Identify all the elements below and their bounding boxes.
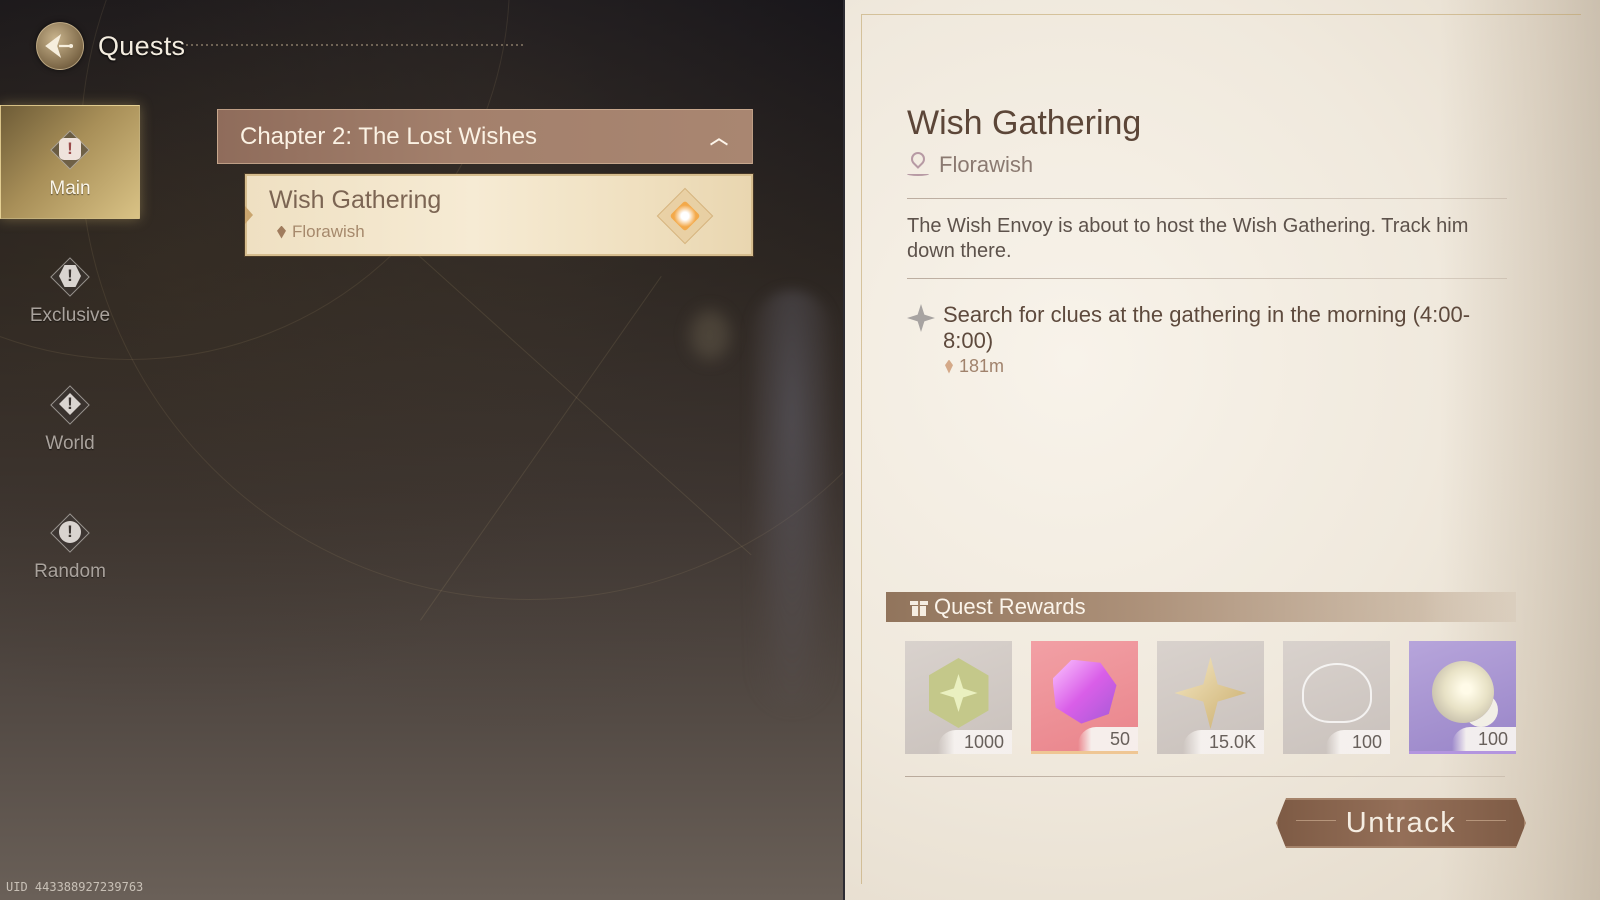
divider [907, 278, 1507, 279]
reward-quantity: 1000 [937, 730, 1012, 754]
quest-title: Wish Gathering [269, 186, 442, 214]
reward-item[interactable]: 1000 [905, 641, 1012, 754]
reward-item[interactable]: 100 [1283, 641, 1390, 754]
distance-pin-icon [945, 359, 953, 374]
quest-detail-title: Wish Gathering [907, 104, 1142, 142]
quests-emblem-icon[interactable] [36, 22, 84, 70]
pearl-orb-icon [1431, 660, 1494, 723]
quest-detail-location-label: Florawish [939, 152, 1034, 177]
page-title: Quests [98, 30, 186, 61]
scene-character [752, 290, 832, 710]
sidebar-item-label: Exclusive [29, 305, 111, 326]
selected-indicator [245, 206, 253, 224]
objective-star-icon [907, 304, 935, 332]
exclusive-quest-icon: ! [50, 257, 90, 297]
objective-distance: 181m [945, 356, 1507, 377]
objective-text: Search for clues at the gathering in the… [943, 302, 1471, 353]
chevron-up-icon[interactable]: ︿ [710, 124, 728, 150]
main-quest-icon: ! [50, 130, 90, 170]
reward-quantity: 100 [1451, 727, 1516, 751]
quest-detail-location: Florawish [907, 149, 1034, 178]
badge-item-icon [928, 657, 989, 728]
reward-quantity: 15.0K [1182, 730, 1264, 754]
world-quest-icon: ! [50, 385, 90, 425]
untrack-button[interactable]: Untrack [1276, 798, 1526, 848]
divider [905, 776, 1505, 777]
chapter-title: Chapter 2: The Lost Wishes [240, 122, 538, 150]
sidebar-item-random[interactable]: ! Random [0, 487, 140, 601]
sidebar-item-main[interactable]: ! Main [0, 105, 140, 219]
decor-ring [80, 0, 846, 600]
silver-bow-thread-icon [1301, 662, 1372, 723]
gold-flower-icon [1174, 656, 1247, 729]
map-pin-icon [907, 149, 929, 178]
untrack-button-label: Untrack [1345, 806, 1457, 839]
page-header: Quests [36, 22, 526, 70]
quest-location-label: Florawish [292, 222, 365, 241]
quest-detail-panel: Wish Gathering Florawish The Wish Envoy … [843, 0, 1600, 900]
reward-quantity: 100 [1325, 730, 1390, 754]
location-pin-icon [277, 225, 286, 239]
sidebar-item-exclusive[interactable]: ! Exclusive [0, 231, 140, 345]
user-id: UID 443388927239763 [6, 880, 144, 894]
sidebar-item-world[interactable]: ! World [0, 359, 140, 473]
header-divider [186, 44, 526, 46]
quest-description: The Wish Envoy is about to host the Wish… [907, 215, 1469, 262]
pink-crystal-icon [1052, 659, 1117, 724]
tracked-quest-icon [656, 187, 714, 245]
reward-list: 1000 50 15.0K 100 100 [905, 641, 1516, 754]
reward-item[interactable]: 100 [1409, 641, 1516, 754]
button-ornament [1296, 820, 1336, 828]
scene-lamp [690, 310, 730, 360]
quest-location: Florawish [277, 222, 365, 242]
button-ornament [1466, 820, 1506, 828]
reward-quantity: 50 [1078, 727, 1138, 751]
reward-item[interactable]: 50 [1031, 641, 1138, 754]
objective-distance-value: 181m [959, 356, 1005, 376]
random-quest-icon: ! [50, 513, 90, 553]
divider [907, 198, 1507, 199]
quest-rewards-header: Quest Rewards [886, 592, 1516, 622]
quest-rewards-title: Quest Rewards [934, 594, 1086, 619]
sidebar-item-label: Random [34, 561, 106, 582]
chapter-header[interactable]: Chapter 2: The Lost Wishes ︿ [217, 109, 753, 164]
sidebar-item-label: World [45, 433, 95, 454]
quest-objective: Search for clues at the gathering in the… [907, 302, 1507, 377]
quest-list-item[interactable]: Wish Gathering Florawish [245, 174, 753, 256]
gift-icon [910, 598, 928, 616]
sidebar-item-label: Main [49, 178, 91, 199]
reward-item[interactable]: 15.0K [1157, 641, 1264, 754]
